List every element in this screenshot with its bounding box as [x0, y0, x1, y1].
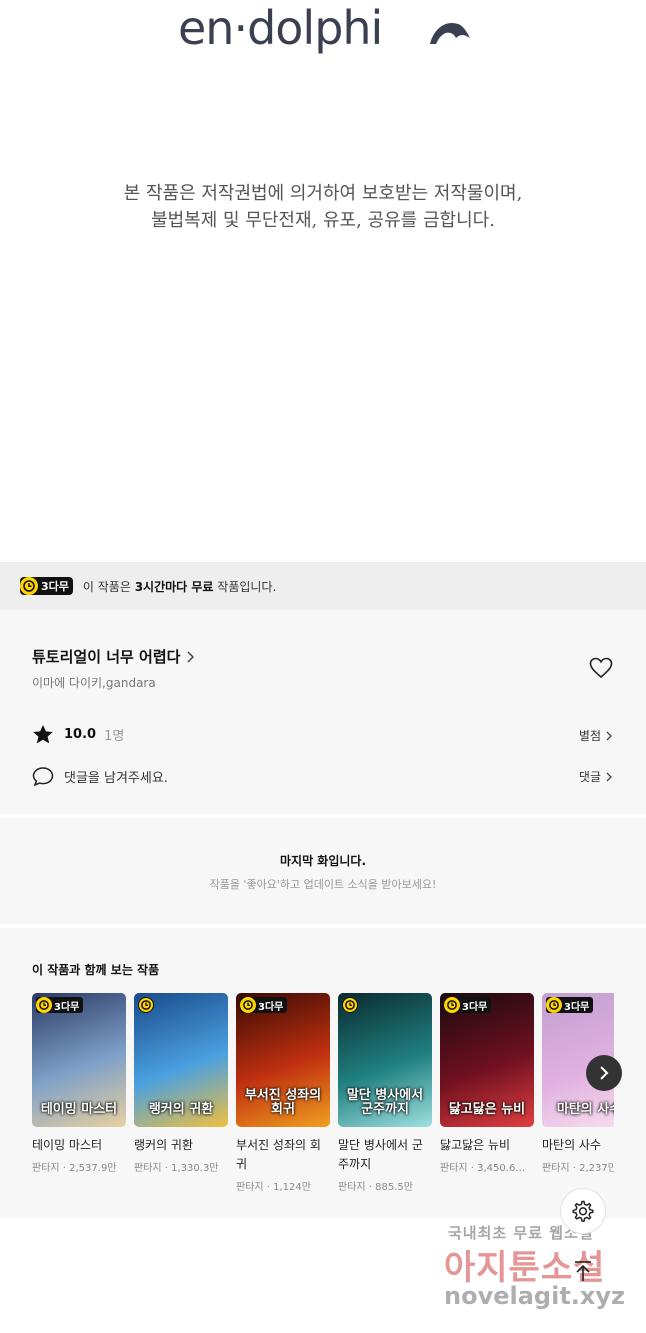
chevron-right-icon: [606, 731, 612, 740]
gear-icon: [572, 1200, 594, 1222]
recommendation-meta: 판타지 · 885.5만: [338, 1182, 413, 1193]
free-badge: 3다무: [36, 997, 84, 1013]
recommendation-title: 닳고닳은 뉴비: [440, 1138, 511, 1152]
site-logo[interactable]: en·dolphi: [0, 0, 646, 60]
notice-line-1: 본 작품은 저작권법에 의거하여 보호받는 저작물이며,: [123, 183, 523, 204]
free-every-3h-banner: 3다무 이 작품은 3시간마다 무료 작품입니다.: [0, 562, 646, 610]
free-banner-prefix: 이 작품은: [82, 579, 135, 594]
recommendations-section: 이 작품과 함께 보는 작품 3다무 테이밍 마스터 테이밍 마스터 판타지 · 2,…: [0, 928, 646, 1218]
clock-icon: [444, 997, 460, 1013]
free-badge: [342, 997, 360, 1013]
rating-count: 1명: [104, 729, 125, 744]
clock-icon: [240, 997, 256, 1013]
rating-link[interactable]: 별점: [579, 727, 612, 744]
recommendation-card[interactable]: 말단 병사에서 군주까지 말단 병사에서 군주까지 판타지 · 885.5만: [338, 993, 432, 1193]
free-badge: 3다무: [240, 997, 288, 1013]
arrow-up-icon: [575, 1261, 591, 1281]
cover-title-art: 랭커의 귀환: [148, 1102, 214, 1117]
recommendation-meta: 판타지 · 2,237만: [542, 1163, 614, 1174]
comment-link-label: 댓글: [578, 770, 601, 784]
cover-title-art: 말단 병사에서 군주까지: [346, 1088, 424, 1117]
recommendation-title: 말단 병사에서 군주까지: [338, 1138, 423, 1171]
rating-link-label: 별점: [578, 729, 601, 743]
work-title: 튜토리얼이 너무 어렵다: [32, 648, 181, 666]
last-episode-panel: 마지막 화입니다. 작품을 '좋아요'하고 업데이트 소식을 받아보세요!: [0, 818, 646, 924]
comment-prompt[interactable]: 댓글을 남겨주세요.: [32, 766, 168, 787]
cover-title-art: 마탄의 사수: [556, 1102, 614, 1117]
free-badge: 3다무: [546, 997, 594, 1013]
last-episode-title: 마지막 화입니다.: [279, 854, 367, 868]
recommendation-meta: 판타지 · 1,330.3만: [134, 1163, 219, 1174]
recommendation-card[interactable]: 3다무 테이밍 마스터 테이밍 마스터 판타지 · 2,537.9만: [32, 993, 126, 1174]
rating-score: 10.0: [64, 727, 97, 742]
recommendation-card[interactable]: 3다무 닳고닳은 뉴비 닳고닳은 뉴비 판타지 · 3,450.6…: [440, 993, 534, 1174]
recommendation-meta: 판타지 · 1,124만: [236, 1182, 311, 1193]
dolphin-logo-icon: [430, 22, 470, 44]
cover-image: 말단 병사에서 군주까지: [338, 993, 432, 1127]
recommendations-carousel: 3다무 테이밍 마스터 테이밍 마스터 판타지 · 2,537.9만 랭커의 귀환 랭커의…: [32, 993, 614, 1203]
logo-text: en·dolphi: [178, 1, 383, 55]
last-episode-subtitle: 작품을 '좋아요'하고 업데이트 소식을 받아보세요!: [209, 878, 437, 891]
recommendation-card[interactable]: 3다무 부서진 성좌의 회귀 부서진 성좌의 회귀 판타지 · 1,124만: [236, 993, 330, 1193]
chevron-right-icon: [187, 650, 195, 663]
recommendation-meta: 판타지 · 2,537.9만: [32, 1163, 117, 1174]
cover-image: 3다무부서진 성좌의 회귀: [236, 993, 330, 1127]
cover-image: 3다무닳고닳은 뉴비: [440, 993, 534, 1127]
free-badge-label: 3다무: [258, 1001, 284, 1013]
clock-icon: [36, 997, 52, 1013]
free-badge-label: 3다무: [54, 1001, 80, 1013]
free-badge-label: 3다무: [41, 580, 69, 593]
free-badge: 3다무: [444, 997, 492, 1013]
cover-title-art: 닳고닳은 뉴비: [448, 1102, 526, 1117]
copyright-notice: 본 작품은 저작권법에 의거하여 보호받는 저작물이며, 불법복제 및 무단전재…: [0, 180, 646, 234]
recommendation-title: 테이밍 마스터: [32, 1138, 103, 1152]
free-badge-label: 3다무: [462, 1001, 488, 1013]
comment-bubble-icon: [32, 767, 54, 787]
carousel-next-button[interactable]: [586, 1055, 622, 1091]
recommendations-heading: 이 작품과 함께 보는 작품: [32, 963, 160, 977]
free-banner-suffix: 작품입니다.: [213, 579, 277, 594]
clock-icon: [342, 997, 358, 1013]
free-badge-label: 3다무: [564, 1001, 590, 1013]
scroll-top-button[interactable]: [566, 1254, 600, 1288]
work-title-link[interactable]: 튜토리얼이 너무 어렵다: [32, 646, 195, 667]
recommendation-title: 랭커의 귀환: [134, 1138, 194, 1152]
free-banner-highlight: 3시간마다 무료: [134, 579, 214, 594]
chevron-right-icon: [606, 772, 612, 781]
rating-summary: 10.0 1명: [32, 724, 124, 745]
comment-link[interactable]: 댓글: [579, 768, 612, 785]
cover-title-art: 테이밍 마스터: [40, 1102, 118, 1117]
free-badge: 3다무: [20, 577, 73, 595]
work-authors: 이마에 다이키,gandara: [32, 676, 156, 690]
clock-icon: [20, 577, 38, 595]
recommendation-title: 마탄의 사수: [542, 1138, 602, 1152]
cover-image: 랭커의 귀환: [134, 993, 228, 1127]
clock-icon: [138, 997, 154, 1013]
recommendation-card[interactable]: 랭커의 귀환 랭커의 귀환 판타지 · 1,330.3만: [134, 993, 228, 1174]
clock-icon: [546, 997, 562, 1013]
cover-image: 3다무테이밍 마스터: [32, 993, 126, 1127]
cover-title-art: 부서진 성좌의 회귀: [244, 1088, 322, 1117]
comment-prompt-text: 댓글을 남겨주세요.: [64, 771, 168, 786]
chevron-right-icon: [600, 1066, 609, 1080]
heart-icon[interactable]: [589, 657, 613, 679]
recommendation-meta: 판타지 · 3,450.6…: [440, 1163, 526, 1174]
settings-button[interactable]: [560, 1188, 606, 1234]
star-icon: [33, 725, 53, 744]
recommendation-title: 부서진 성좌의 회귀: [236, 1138, 321, 1171]
free-badge: [138, 997, 156, 1013]
work-info-panel: 튜토리얼이 너무 어렵다 이마에 다이키,gandara 10.0 1명 별점 …: [0, 610, 646, 814]
notice-line-2: 불법복제 및 무단전재, 유포, 공유를 금합니다.: [151, 210, 495, 231]
